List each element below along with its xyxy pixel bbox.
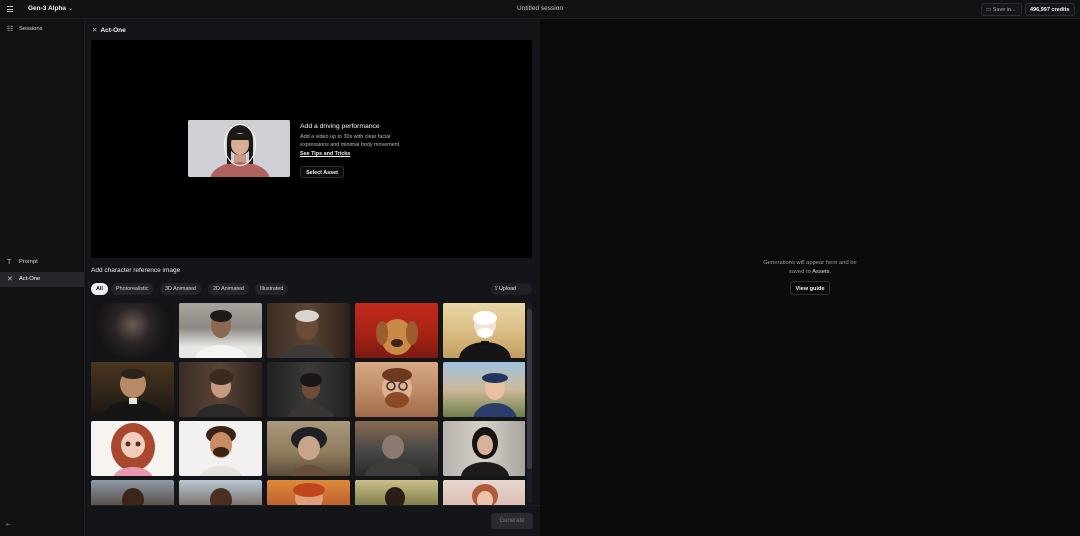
character-tile[interactable] [355, 362, 438, 417]
character-reference-heading: Add character reference image [91, 267, 181, 274]
character-tile[interactable] [355, 303, 438, 358]
character-tile[interactable] [267, 480, 350, 505]
filter-chip-photorealistic[interactable]: Photorealistic [111, 283, 154, 295]
folder-icon: ▭ [986, 7, 992, 13]
sessions-icon: ☷ [7, 26, 14, 33]
upload-label: Upload [499, 286, 517, 292]
character-tile[interactable] [179, 362, 262, 417]
act-one-icon: ✕ [7, 276, 13, 283]
face-outline [224, 124, 256, 166]
sidebar-item-act-one[interactable]: ✕ Act-One [0, 272, 84, 287]
panel-title: ✕ Act-One [92, 26, 126, 34]
character-tile[interactable] [267, 421, 350, 476]
character-tile[interactable] [355, 421, 438, 476]
assets-link[interactable]: Assets [812, 269, 829, 275]
sidebar: ☷ Sessions T Prompt ✕ Act-One ⇤ [0, 19, 85, 536]
select-asset-button[interactable]: Select Asset [300, 166, 344, 178]
driving-description: Add a video up to 30s with clear facial … [300, 134, 401, 148]
character-tile[interactable] [179, 480, 262, 505]
upload-icon: ⇪ [494, 286, 500, 292]
model-selector[interactable]: Gen-3 Alpha ⌄ [28, 5, 73, 12]
character-tile[interactable] [91, 421, 174, 476]
filter-chip-all[interactable]: All [91, 283, 108, 295]
chevron-down-icon: ⌄ [68, 6, 74, 12]
empty-state-line-2: saved to Assets. [740, 268, 880, 277]
sidebar-item-label: Act-One [19, 276, 41, 282]
text-icon: T [7, 259, 12, 266]
empty-state-text: Generations will appear here and be save… [740, 259, 880, 277]
sidebar-item-sessions[interactable]: ☷ Sessions [0, 22, 84, 37]
character-tile[interactable] [91, 303, 174, 358]
sidebar-item-label: Prompt [19, 259, 38, 265]
save-in-button[interactable]: ▭ Save in... [981, 3, 1022, 16]
save-label: Save in... [992, 7, 1016, 13]
character-tile[interactable] [355, 480, 438, 505]
view-guide-button[interactable]: View guide [790, 281, 830, 295]
empty-state-line-1: Generations will appear here and be [763, 260, 857, 266]
character-tile[interactable] [91, 362, 174, 417]
character-tile[interactable] [443, 421, 525, 476]
top-bar: Gen-3 Alpha ⌄ Untitled session ▭ Save in.… [0, 0, 1080, 19]
act-one-panel: ✕ Act-One Add a driving performance Add a… [85, 19, 540, 536]
character-grid [91, 303, 525, 505]
character-tile[interactable] [443, 362, 525, 417]
upload-button[interactable]: ⇪ Upload [491, 283, 532, 295]
driving-title: Add a driving performance [300, 123, 380, 130]
sidebar-item-prompt[interactable]: T Prompt [0, 255, 84, 270]
character-tile[interactable] [443, 480, 525, 505]
character-tile[interactable] [267, 362, 350, 417]
character-tile[interactable] [179, 421, 262, 476]
session-title[interactable]: Untitled session [0, 5, 1080, 12]
character-tile[interactable] [91, 480, 174, 505]
empty-state-prefix: saved to [788, 269, 813, 275]
tips-link[interactable]: See Tips and Tricks [300, 151, 350, 157]
filter-chip-3d-animated[interactable]: 3D Animated [160, 283, 201, 295]
generate-button[interactable]: Generate [491, 513, 533, 529]
output-area: Generations will appear here and be save… [540, 19, 1080, 536]
menu-icon[interactable] [7, 6, 13, 12]
character-tile[interactable] [267, 303, 350, 358]
driving-performance-dropzone[interactable]: Add a driving performance Add a video up… [91, 40, 532, 258]
grid-scrollbar-thumb[interactable] [527, 309, 532, 469]
filter-chip-illustrated[interactable]: Illustrated [255, 283, 289, 295]
collapse-sidebar-icon[interactable]: ⇤ [6, 521, 11, 528]
character-tile[interactable] [443, 303, 525, 358]
credits-badge[interactable]: 496,997 credits [1025, 3, 1075, 16]
driving-example-thumbnail [188, 120, 290, 177]
act-one-icon: ✕ [92, 27, 98, 34]
generate-bar: Generate [85, 505, 540, 536]
model-label: Gen-3 Alpha [28, 5, 67, 12]
panel-title-text: Act-One [100, 27, 126, 34]
empty-state-suffix: . [829, 269, 832, 275]
filter-chip-2d-animated[interactable]: 2D Animated [208, 283, 249, 295]
sidebar-item-label: Sessions [19, 26, 43, 32]
character-tile[interactable] [179, 303, 262, 358]
